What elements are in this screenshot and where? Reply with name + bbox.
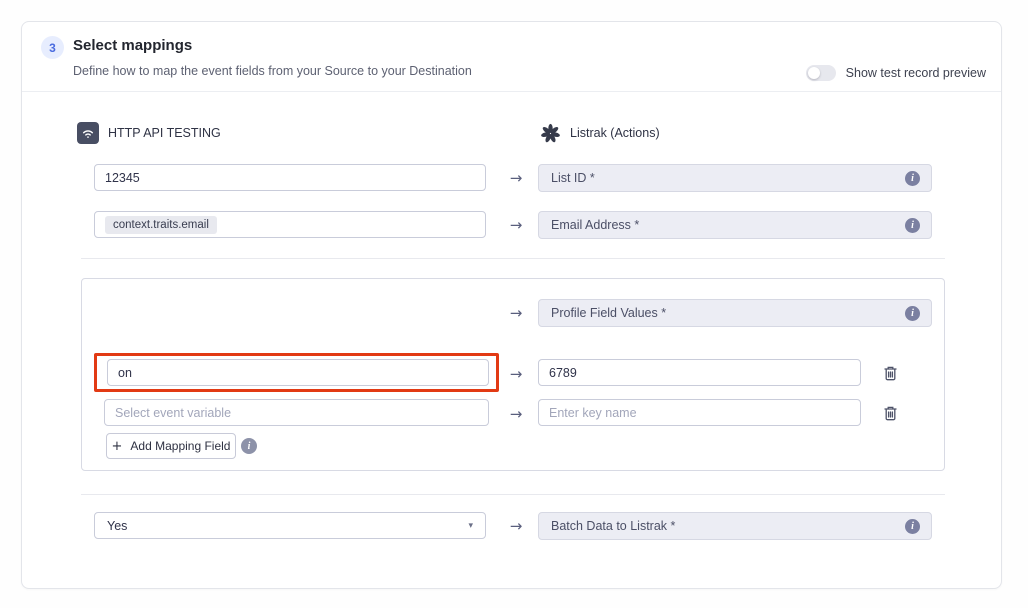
email-destination-field: Email Address * i (538, 211, 932, 239)
header-divider (22, 91, 1001, 92)
info-icon[interactable]: i (905, 171, 920, 186)
profile-row2-source-input[interactable] (104, 399, 489, 426)
event-variable-chip[interactable]: context.traits.email (105, 216, 217, 234)
source-column-header: HTTP API TESTING (77, 122, 221, 144)
section-divider (81, 258, 945, 259)
section-divider (81, 494, 945, 495)
list-id-source-input[interactable] (94, 164, 486, 191)
destination-field-label: Profile Field Values * (551, 306, 666, 320)
info-icon[interactable]: i (905, 218, 920, 233)
chevron-down-icon: ▾ (468, 521, 473, 531)
show-test-record-toggle[interactable] (806, 65, 836, 81)
destination-field-label: List ID * (551, 171, 595, 185)
add-mapping-field-label: Add Mapping Field (130, 439, 230, 453)
list-id-destination-field: List ID * i (538, 164, 932, 192)
delete-row-button[interactable] (880, 403, 900, 423)
add-mapping-field-button[interactable]: + Add Mapping Field (106, 433, 236, 459)
step-number-badge: 3 (41, 36, 64, 59)
arrow-right-icon: → (502, 405, 530, 423)
info-icon[interactable]: i (905, 306, 920, 321)
profile-row1-source-input[interactable] (107, 359, 489, 386)
profile-field-values-group: → Profile Field Values * i → (81, 278, 945, 471)
page-subtitle: Define how to map the event fields from … (73, 64, 472, 78)
select-mappings-card: 3 Select mappings Define how to map the … (21, 21, 1002, 589)
arrow-right-icon: → (502, 304, 530, 322)
wifi-icon (77, 122, 99, 144)
batch-source-select[interactable]: Yes ▾ (94, 512, 486, 539)
delete-row-button[interactable] (880, 363, 900, 383)
profile-row1-key-input[interactable] (538, 359, 861, 386)
arrow-right-icon: → (502, 365, 530, 383)
page: 3 Select mappings Define how to map the … (0, 0, 1028, 608)
highlight-annotation-box (94, 353, 499, 392)
trash-icon (883, 405, 898, 421)
arrow-right-icon: → (502, 216, 530, 234)
arrow-right-icon: → (502, 517, 530, 535)
batch-selected-value: Yes (107, 519, 127, 533)
info-icon[interactable]: i (241, 438, 257, 454)
destination-field-label: Email Address * (551, 218, 639, 232)
destination-field-label: Batch Data to Listrak * (551, 519, 675, 533)
arrow-right-icon: → (502, 169, 530, 187)
email-source-input[interactable]: context.traits.email (94, 211, 486, 238)
destination-name: Listrak (Actions) (570, 126, 660, 140)
test-record-preview-control: Show test record preview (806, 65, 986, 81)
toggle-label: Show test record preview (846, 66, 986, 80)
toggle-knob-icon (808, 67, 820, 79)
plus-icon: + (112, 439, 123, 454)
trash-icon (883, 365, 898, 381)
profile-row2-key-input[interactable] (538, 399, 861, 426)
info-icon[interactable]: i (905, 519, 920, 534)
page-title: Select mappings (73, 37, 192, 54)
destination-column-header: Listrak (Actions) (539, 122, 660, 144)
listrak-asterisk-icon (539, 122, 561, 144)
batch-destination-field: Batch Data to Listrak * i (538, 512, 932, 540)
profile-field-values-destination-field: Profile Field Values * i (538, 299, 932, 327)
source-name: HTTP API TESTING (108, 126, 221, 140)
